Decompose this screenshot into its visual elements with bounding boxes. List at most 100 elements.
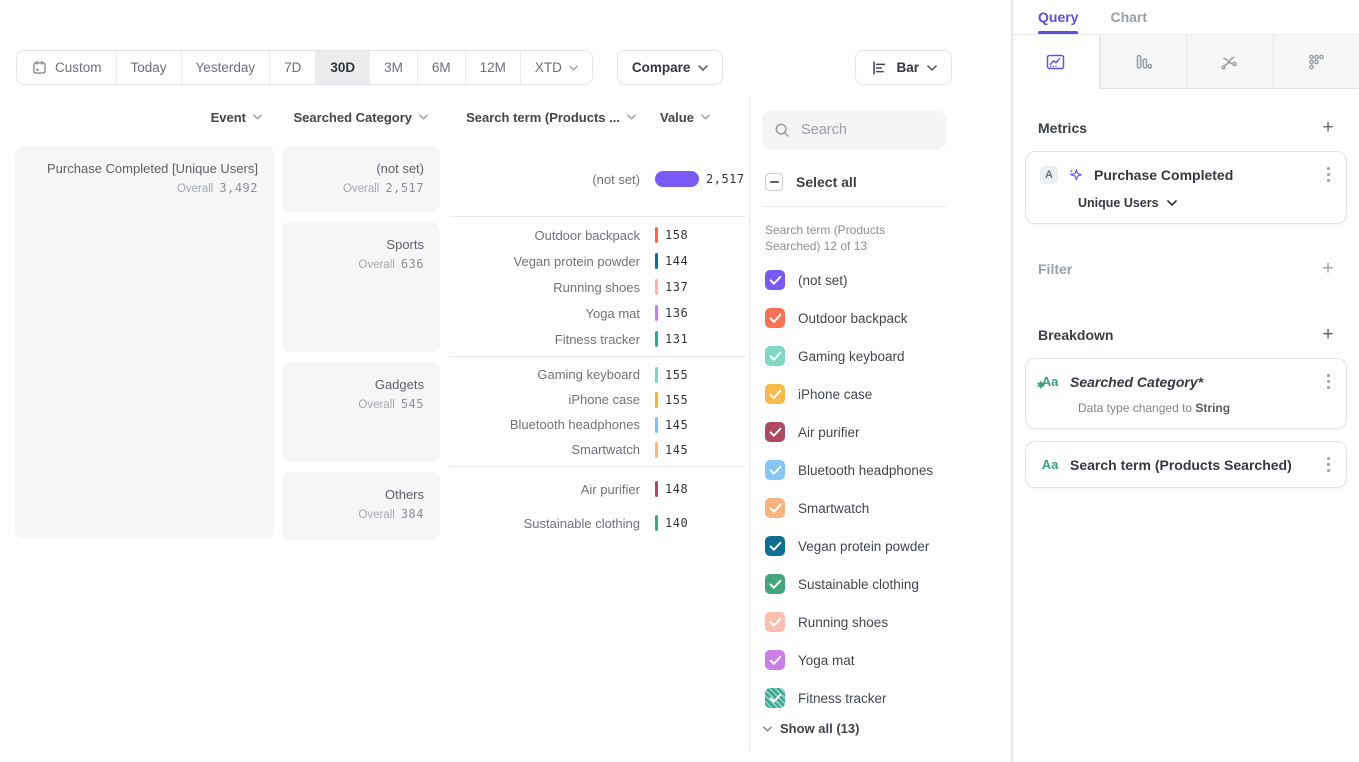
column-header-event[interactable]: Event [100, 105, 262, 129]
value-bar [655, 481, 658, 497]
term-label: Air purifier [450, 482, 640, 497]
term-checkbox[interactable] [765, 574, 785, 594]
date-range-today[interactable]: Today [116, 51, 181, 84]
term-filter-item[interactable]: iPhone case [765, 375, 1011, 413]
term-checkbox[interactable] [765, 346, 785, 366]
add-breakdown-button[interactable]: + [1317, 324, 1339, 346]
date-range-xtd[interactable]: XTD [520, 51, 592, 84]
term-value: 145 [665, 443, 688, 457]
compare-button[interactable]: Compare [617, 50, 724, 85]
term-checkbox[interactable] [765, 308, 785, 328]
term-checkbox[interactable] [765, 460, 785, 480]
column-header-searched-category[interactable]: Searched Category [282, 105, 428, 129]
term-row[interactable]: Running shoes 137 [450, 276, 746, 298]
metric-card[interactable]: A Purchase Completed Unique Users [1025, 151, 1347, 224]
breakdown-options-kebab-icon[interactable] [1323, 372, 1334, 391]
term-checkbox[interactable] [765, 422, 785, 442]
event-cell[interactable]: Purchase Completed [Unique Users] Overal… [15, 146, 274, 538]
term-row[interactable]: Outdoor backpack 158 [450, 224, 746, 246]
term-row[interactable]: Gaming keyboard 155 [450, 364, 746, 386]
check-icon [769, 617, 782, 628]
term-value: 136 [665, 306, 688, 320]
date-range-7d[interactable]: 7D [269, 51, 315, 84]
report-tab-insights-icon[interactable] [1013, 35, 1100, 89]
select-all-checkbox[interactable] [765, 173, 783, 191]
breakdown-options-kebab-icon[interactable] [1323, 455, 1334, 474]
term-value: 145 [665, 418, 688, 432]
value-bar [655, 171, 699, 187]
category-cell[interactable]: Gadgets Overall545 [282, 362, 440, 462]
tab-chart[interactable]: Chart [1110, 0, 1147, 34]
report-tab-funnels-icon[interactable] [1100, 35, 1187, 88]
toolbar: CustomTodayYesterday7D30D3M6M12MXTD Comp… [16, 50, 952, 85]
category-cell[interactable]: Sports Overall636 [282, 222, 440, 352]
date-range-12m[interactable]: 12M [465, 51, 520, 84]
add-metric-button[interactable]: + [1317, 117, 1339, 139]
breakdown-card[interactable]: Aa✱ Searched Category* Data type changed… [1025, 358, 1347, 429]
term-filter-item[interactable]: Outdoor backpack [765, 299, 1011, 337]
term-checkbox[interactable] [765, 688, 785, 708]
check-icon [769, 503, 782, 514]
term-label: Vegan protein powder [450, 254, 640, 269]
column-header-search-term[interactable]: Search term (Products ... [448, 105, 636, 129]
term-filter-item[interactable]: Running shoes [765, 603, 1011, 641]
date-range-custom[interactable]: Custom [17, 51, 116, 84]
term-label: (not set) [450, 172, 640, 187]
report-tab-flows-icon[interactable] [1186, 35, 1273, 88]
breakdown-title: Breakdown [1038, 327, 1113, 343]
category-cell[interactable]: (not set) Overall2,517 [282, 146, 440, 212]
breakdown-card[interactable]: Aa Search term (Products Searched) [1025, 441, 1347, 488]
search-box[interactable] [762, 111, 946, 149]
term-label: Gaming keyboard [450, 367, 640, 382]
term-filter-item[interactable]: Vegan protein powder [765, 527, 1011, 565]
term-filter-item[interactable]: Air purifier [765, 413, 1011, 451]
tab-query[interactable]: Query [1038, 0, 1078, 34]
report-tab-retention-icon[interactable] [1273, 35, 1359, 88]
report-type-tabs [1013, 34, 1359, 89]
metric-options-kebab-icon[interactable] [1323, 165, 1334, 184]
term-filter-item[interactable]: (not set) [765, 261, 1011, 299]
select-all-row[interactable]: Select all [765, 173, 1011, 191]
term-row[interactable]: Smartwatch 145 [450, 439, 746, 461]
measure-selector[interactable]: Unique Users [1078, 196, 1334, 210]
term-checkbox[interactable] [765, 270, 785, 290]
term-row[interactable]: Bluetooth headphones 145 [450, 414, 746, 436]
date-range-3m[interactable]: 3M [369, 51, 417, 84]
term-filter-item[interactable]: Bluetooth headphones [765, 451, 1011, 489]
search-icon [774, 122, 790, 138]
term-row[interactable]: iPhone case 155 [450, 389, 746, 411]
check-icon [769, 655, 782, 666]
term-filter-label: (not set) [798, 273, 848, 288]
term-checkbox[interactable] [765, 612, 785, 632]
chevron-down-icon [701, 114, 710, 120]
term-checkbox[interactable] [765, 498, 785, 518]
column-header-value[interactable]: Value [660, 105, 710, 129]
term-filter-item[interactable]: Smartwatch [765, 489, 1011, 527]
term-row[interactable]: Fitness tracker 131 [450, 328, 746, 350]
term-filter-item[interactable]: Gaming keyboard [765, 337, 1011, 375]
date-range-6m[interactable]: 6M [417, 51, 465, 84]
term-checkbox[interactable] [765, 384, 785, 404]
add-filter-button[interactable]: + [1317, 258, 1339, 280]
term-filter-item[interactable]: Yoga mat [765, 641, 1011, 679]
chart-type-button[interactable]: Bar [855, 50, 952, 85]
term-filter-label: Running shoes [798, 615, 888, 630]
term-checkbox[interactable] [765, 650, 785, 670]
term-row[interactable]: (not set) 2,517 [450, 168, 746, 190]
term-row[interactable]: Air purifier 148 [450, 478, 746, 500]
event-name: Purchase Completed [Unique Users] [25, 160, 258, 177]
term-row[interactable]: Yoga mat 136 [450, 302, 746, 324]
term-filter-item[interactable]: Sustainable clothing [765, 565, 1011, 603]
term-row[interactable]: Vegan protein powder 144 [450, 250, 746, 272]
main-area: CustomTodayYesterday7D30D3M6M12MXTD Comp… [0, 0, 1012, 762]
calendar-icon [31, 59, 48, 76]
show-all-button[interactable]: Show all (13) [763, 721, 1011, 736]
breakdown-property-name: Searched Category* [1070, 374, 1313, 390]
category-cell[interactable]: Others Overall384 [282, 472, 440, 540]
date-range-yesterday[interactable]: Yesterday [181, 51, 270, 84]
term-filter-item[interactable]: Fitness tracker [765, 679, 1011, 717]
date-range-30d[interactable]: 30D [315, 51, 369, 84]
search-input[interactable] [799, 121, 933, 139]
term-row[interactable]: Sustainable clothing 140 [450, 512, 746, 534]
term-checkbox[interactable] [765, 536, 785, 556]
